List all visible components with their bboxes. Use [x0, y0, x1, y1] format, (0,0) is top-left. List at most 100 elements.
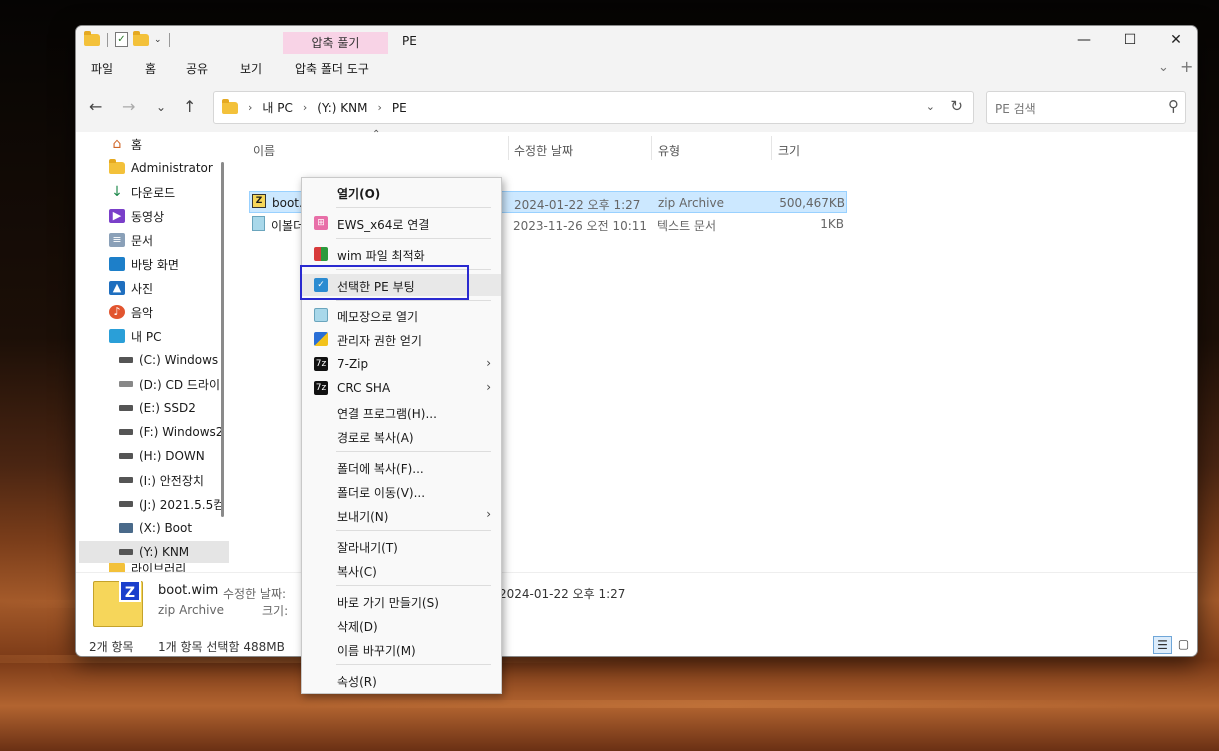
menu-item-open-notepad[interactable]: 메모장으로 열기	[302, 304, 501, 326]
search-input[interactable]: PE 검색 ⚲	[986, 91, 1186, 124]
nav-label: Administrator	[131, 161, 213, 175]
nav-drive-j[interactable]: (J:) 2021.5.5컴	[119, 493, 224, 515]
menu-item-open-with[interactable]: 연결 프로그램(H)...	[302, 401, 501, 423]
nav-item-music[interactable]: ♪ 음악	[109, 301, 153, 323]
nav-drive-f[interactable]: (F:) Windows2	[119, 421, 223, 443]
recent-locations-icon[interactable]: ⌄	[156, 100, 166, 114]
status-bar: 2개 항목 1개 항목 선택함 488MB ☰ ▢	[76, 632, 1197, 656]
menu-item-copy-path[interactable]: 경로로 복사(A)	[302, 425, 501, 447]
breadcrumb-this-pc[interactable]: 내 PC	[262, 99, 292, 116]
menu-item-7zip[interactable]: 7z 7-Zip ›	[302, 353, 501, 375]
divider	[336, 238, 491, 239]
picture-icon: ▲	[109, 281, 125, 295]
shield-icon	[314, 332, 328, 346]
divider	[336, 664, 491, 665]
divider	[336, 300, 491, 301]
forward-arrow-icon[interactable]: →	[122, 97, 135, 116]
scrollbar[interactable]	[221, 162, 224, 517]
folder-icon	[109, 159, 125, 174]
close-button[interactable]: ✕	[1153, 26, 1197, 56]
context-menu: 열기(O) ⊞ EWS_x64로 연결 wim 파일 최적화 ✓ 선택한 PE …	[301, 177, 502, 694]
sort-ascending-icon: ⌃	[372, 129, 381, 140]
chevron-down-icon[interactable]: ⌄	[926, 100, 935, 113]
nav-item-home[interactable]: ⌂ 홈	[109, 133, 143, 155]
breadcrumb-drive[interactable]: (Y:) KNM	[317, 101, 367, 115]
column-header-name[interactable]: 이름	[253, 142, 275, 159]
nav-drive-y[interactable]: (Y:) KNM	[79, 541, 229, 563]
nav-item-documents[interactable]: ≡ 문서	[109, 229, 153, 251]
chevron-right-icon: ›	[486, 380, 491, 394]
chevron-right-icon[interactable]: ›	[303, 101, 307, 114]
nav-item-desktop[interactable]: 바탕 화면	[109, 253, 179, 275]
tab-home[interactable]: 홈	[145, 60, 156, 77]
menu-item-take-ownership[interactable]: 관리자 권한 얻기	[302, 328, 501, 350]
chevron-right-icon[interactable]: ›	[377, 101, 381, 114]
highlight-annotation	[300, 265, 469, 300]
divider	[336, 530, 491, 531]
nav-drive-d[interactable]: (D:) CD 드라이	[119, 373, 220, 395]
nav-item-downloads[interactable]: ↓ 다운로드	[109, 181, 175, 203]
nav-drive-e[interactable]: (E:) SSD2	[119, 397, 196, 419]
tab-share[interactable]: 공유	[186, 60, 208, 77]
download-icon: ↓	[111, 184, 123, 200]
details-view-icon[interactable]: ☰	[1153, 636, 1172, 654]
folder-icon	[222, 98, 238, 114]
tab-compressed-folder-tools[interactable]: 압축 폴더 도구	[295, 60, 369, 77]
menu-item-ews-connect[interactable]: ⊞ EWS_x64로 연결	[302, 212, 501, 234]
column-header-size[interactable]: 크기	[778, 142, 800, 159]
chevron-down-icon[interactable]: ⌄	[154, 35, 162, 45]
column-header-date[interactable]: 수정한 날짜	[514, 142, 573, 159]
nav-drive-h[interactable]: (H:) DOWN	[119, 445, 205, 467]
menu-item-cut[interactable]: 잘라내기(T)	[302, 535, 501, 557]
nav-label: (Y:) KNM	[139, 545, 190, 559]
nav-item-administrator[interactable]: Administrator	[109, 157, 213, 179]
menu-item-rename[interactable]: 이름 바꾸기(M)	[302, 638, 501, 660]
menu-item-create-shortcut[interactable]: 바로 가기 만들기(S)	[302, 590, 501, 612]
new-folder-icon[interactable]	[133, 30, 149, 46]
window-title: PE	[402, 34, 417, 48]
add-icon[interactable]: +	[1180, 57, 1193, 76]
context-tab-extract[interactable]: 압축 풀기	[283, 32, 388, 54]
nav-item-libraries[interactable]: 라이브러리	[109, 563, 186, 572]
refresh-icon[interactable]: ↻	[950, 97, 963, 115]
menu-item-move-to[interactable]: 폴더로 이동(V)...	[302, 480, 501, 502]
menu-item-crc-sha[interactable]: 7z CRC SHA ›	[302, 377, 501, 399]
file-size: 1KB	[820, 217, 844, 231]
folder-icon[interactable]	[84, 30, 100, 46]
home-icon: ⌂	[112, 136, 122, 152]
breadcrumb-folder[interactable]: PE	[392, 101, 407, 115]
details-pane: Z boot.wim zip Archive 수정한 날짜: 크기: 2024-…	[76, 572, 1197, 632]
address-bar[interactable]: › 내 PC › (Y:) KNM › PE ⌄ ↻	[213, 91, 974, 124]
properties-icon[interactable]: ✓	[115, 32, 128, 47]
menu-item-copy[interactable]: 복사(C)	[302, 559, 501, 581]
column-header-type[interactable]: 유형	[658, 142, 680, 159]
quick-access-toolbar: ✓ ⌄	[84, 30, 172, 47]
details-size-label: 크기:	[262, 604, 289, 618]
large-icons-view-icon[interactable]: ▢	[1174, 636, 1193, 654]
nav-item-videos[interactable]: ▶ 동영상	[109, 205, 164, 227]
nav-item-this-pc[interactable]: 내 PC	[109, 325, 161, 347]
nav-item-pictures[interactable]: ▲ 사진	[109, 277, 153, 299]
maximize-button[interactable]: ☐	[1107, 26, 1153, 56]
nav-label: 음악	[131, 305, 154, 320]
back-arrow-icon[interactable]: ←	[89, 97, 102, 116]
menu-item-delete[interactable]: 삭제(D)	[302, 614, 501, 636]
nav-drive-i[interactable]: (I:) 안전장치	[119, 469, 204, 491]
tab-view[interactable]: 보기	[240, 60, 262, 77]
drive-icon	[119, 453, 133, 459]
minimize-button[interactable]: —	[1061, 26, 1107, 56]
computer-icon	[109, 329, 125, 343]
chevron-down-icon[interactable]: ⌄	[1158, 60, 1169, 75]
nav-drive-x[interactable]: (X:) Boot	[119, 517, 192, 539]
up-arrow-icon[interactable]: ↑	[183, 97, 196, 116]
tab-file[interactable]: 파일	[91, 60, 113, 77]
menu-item-send-to[interactable]: 보내기(N) ›	[302, 504, 501, 526]
nav-label: 동영상	[131, 209, 165, 224]
nav-drive-c[interactable]: (C:) Windows	[119, 349, 218, 371]
winrar-icon	[314, 247, 328, 261]
chevron-right-icon[interactable]: ›	[248, 101, 252, 114]
menu-item-properties[interactable]: 속성(R)	[302, 669, 501, 691]
menu-item-wim-optimize[interactable]: wim 파일 최적화	[302, 243, 501, 265]
menu-item-open[interactable]: 열기(O)	[302, 181, 501, 203]
menu-item-copy-to[interactable]: 폴더에 복사(F)...	[302, 456, 501, 478]
